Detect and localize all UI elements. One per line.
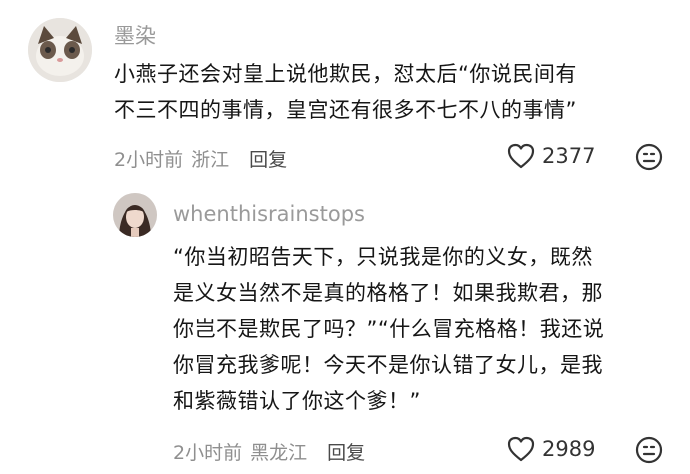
comment-username[interactable]: 墨染 [114,20,156,50]
heart-outline-icon [506,435,536,463]
reply-text: “你当初昭告天下，只说我是你的义女，既然 是义女当然不是真的格格了！如果我欺君，… [173,239,683,419]
reply-text-line: “你当初昭告天下，只说我是你的义女，既然 [173,245,593,269]
reply-text-line: 是义女当然不是真的格格了！如果我欺君，那 [173,281,603,305]
person-avatar-icon [113,193,157,237]
comment-time: 2小时前 [114,149,184,171]
reply-text-line: 你冒充我爹呢！今天不是你认错了女儿，是我 [173,353,603,377]
heart-outline-icon [506,142,536,170]
reply-text-line: 你岂不是欺民了吗？”“什么冒充格格！我还说 [173,317,605,341]
cat-avatar-icon [28,18,92,82]
comment-text-line: 小燕子还会对皇上说他欺民，怼太后“你说民间有 [114,62,577,86]
comment-like-button[interactable]: 2377 [506,142,595,170]
comment-avatar[interactable] [28,18,92,82]
reply-dislike-button[interactable] [634,435,664,465]
frown-face-icon [635,143,663,171]
comment-text: 小燕子还会对皇上说他欺民，怼太后“你说民间有 不三不四的事情，皇宫还有很多不七不… [114,56,674,128]
comment-like-count: 2377 [542,144,596,168]
comment-text-line: 不三不四的事情，皇宫还有很多不七不八的事情” [114,98,577,122]
reply-location: 黑龙江 [250,442,308,464]
reply-time: 2小时前 [173,442,243,464]
reply-like-count: 2989 [542,437,596,461]
reply-reply-button[interactable]: 回复 [327,438,365,465]
comment-meta: 2小时前 浙江 回复 [114,145,287,172]
reply-text-line: 和紫薇错认了你这个爹！” [173,389,421,413]
reply-meta: 2小时前 黑龙江 回复 [173,438,365,465]
comment-location: 浙江 [191,149,230,171]
reply-avatar[interactable] [113,193,157,237]
reply-username[interactable]: whenthisrainstops [173,202,365,226]
frown-face-icon [635,436,663,464]
reply-like-button[interactable]: 2989 [506,435,595,463]
comment-dislike-button[interactable] [634,142,664,172]
comment-reply-button[interactable]: 回复 [249,145,287,172]
